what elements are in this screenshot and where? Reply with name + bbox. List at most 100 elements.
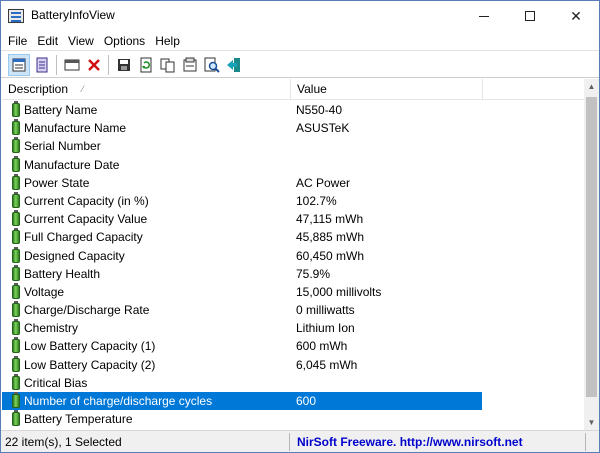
find-button[interactable]: [201, 54, 223, 76]
save-icon: [118, 59, 130, 71]
list-item[interactable]: Battery Name N550-40: [2, 101, 584, 119]
status-divider: [289, 433, 290, 451]
row-description: Manufacture Name: [24, 121, 127, 136]
list-item[interactable]: Chemistry Lithium Ion: [2, 319, 584, 337]
find-icon: [204, 57, 220, 73]
list-item[interactable]: Designed Capacity 60,450 mWh: [2, 246, 584, 265]
list-item[interactable]: Power State AC Power: [2, 173, 584, 192]
app-window: BatteryInfoView ✕ File Edit View Options…: [0, 0, 600, 453]
list-item[interactable]: Critical Bias: [2, 373, 584, 392]
battery-icon: [12, 410, 20, 427]
row-value: 15,000 millivolts: [296, 284, 382, 299]
window-button[interactable]: [61, 54, 83, 76]
close-button[interactable]: ✕: [553, 1, 599, 31]
menu-help[interactable]: Help: [150, 34, 185, 48]
delete-button[interactable]: [83, 54, 105, 76]
status-bar: 22 item(s), 1 Selected NirSoft Freeware.…: [1, 430, 599, 452]
row-value: 6,045 mWh: [296, 357, 358, 372]
column-header-value-label: Value: [297, 82, 327, 96]
list-item[interactable]: Battery Health 75.9%: [2, 264, 584, 283]
menu-view[interactable]: View: [63, 34, 99, 48]
window-title: BatteryInfoView: [31, 8, 115, 22]
list-item[interactable]: Full Charged Capacity 45,885 mWh: [2, 228, 584, 246]
row-description: Number of charge/discharge cycles: [24, 394, 213, 408]
maximize-icon: [525, 11, 535, 21]
properties-icon: [12, 58, 26, 72]
menu-edit[interactable]: Edit: [32, 34, 63, 48]
list-item[interactable]: Current Capacity Value 47,115 mWh: [2, 210, 584, 228]
battery-icon: [12, 264, 20, 281]
menu-options[interactable]: Options: [99, 34, 150, 48]
list-item[interactable]: Current Capacity (in %) 102.7%: [2, 191, 584, 210]
list-item[interactable]: Manufacture Date: [2, 155, 584, 174]
list-item[interactable]: Low Battery Capacity (2) 6,045 mWh: [2, 355, 584, 374]
row-value: Lithium Ion: [296, 321, 355, 336]
list-item[interactable]: Charge/Discharge Rate 0 milliwatts: [2, 301, 584, 319]
row-value: ASUSTeK: [296, 121, 350, 136]
scrollbar-thumb[interactable]: [586, 97, 597, 397]
battery-icon: [12, 173, 20, 190]
maximize-button[interactable]: [507, 1, 553, 31]
row-description: Low Battery Capacity (2): [24, 357, 156, 372]
app-icon: [8, 9, 24, 23]
row-description: Current Capacity Value: [24, 212, 148, 227]
refresh-button[interactable]: [135, 54, 157, 76]
save-button[interactable]: [113, 54, 135, 76]
row-value: 600 mWh: [296, 339, 348, 354]
list-item[interactable]: Voltage 15,000 millivolts: [2, 282, 584, 301]
row-value: 47,115 mWh: [296, 212, 364, 227]
battery-icon: [12, 101, 20, 117]
column-header-value[interactable]: Value: [291, 79, 483, 100]
battery-icon: [12, 301, 20, 318]
html-report-button[interactable]: [31, 54, 53, 76]
column-header-description-label: Description: [8, 82, 69, 96]
properties-button[interactable]: [8, 54, 30, 76]
vertical-scrollbar[interactable]: ▲ ▼: [584, 79, 599, 430]
title-bar[interactable]: BatteryInfoView ✕: [1, 1, 599, 31]
status-divider: [585, 433, 586, 451]
column-header-description[interactable]: Description ⁄: [2, 79, 291, 100]
list-header: Description ⁄ Value: [2, 79, 584, 100]
row-value: 0 milliwatts: [296, 303, 355, 318]
properties-dialog-button[interactable]: [179, 54, 201, 76]
battery-icon: [12, 155, 20, 172]
row-description: Battery Temperature: [24, 412, 133, 427]
toolbar: [1, 50, 599, 78]
list-item[interactable]: Low Battery Capacity (1) 600 mWh: [2, 337, 584, 355]
row-description: Designed Capacity: [24, 248, 125, 263]
row-value: 45,885 mWh: [296, 230, 365, 245]
row-description: Charge/Discharge Rate: [24, 303, 150, 318]
battery-icon: [12, 228, 20, 245]
row-value: 102.7%: [296, 193, 337, 208]
battery-icon: [12, 282, 20, 299]
battery-icon: [12, 191, 20, 208]
row-description: Chemistry: [24, 321, 79, 336]
battery-icon: [12, 137, 20, 154]
battery-info-list[interactable]: Description ⁄ Value Battery Name N550-40 …: [2, 79, 584, 430]
nirsoft-link[interactable]: NirSoft Freeware. http://www.nirsoft.net: [297, 435, 523, 449]
menu-file[interactable]: File: [3, 34, 32, 48]
exit-button[interactable]: [223, 54, 245, 76]
list-item-selected[interactable]: Number of charge/discharge cycles 600: [2, 392, 584, 410]
battery-icon: [12, 355, 20, 372]
list-item[interactable]: Battery Temperature: [2, 410, 584, 428]
scroll-up-icon[interactable]: ▲: [584, 79, 599, 94]
copy-button[interactable]: [157, 54, 179, 76]
list-rows: Battery Name N550-40 Manufacture Name ASUS…: [2, 101, 584, 428]
row-description: Serial Number: [24, 139, 101, 154]
delete-icon: [88, 59, 100, 71]
minimize-button[interactable]: [461, 1, 507, 31]
list-item[interactable]: Serial Number: [2, 137, 584, 155]
copy-icon: [160, 58, 175, 73]
list-item[interactable]: Manufacture Name ASUSTeK: [2, 119, 584, 137]
window-icon: [64, 59, 80, 71]
row-description: Battery Health: [24, 266, 101, 281]
sort-indicator-icon: ⁄: [82, 84, 84, 94]
row-value: 600: [296, 394, 317, 408]
row-value: 60,450 mWh: [296, 248, 365, 263]
battery-icon: [12, 119, 20, 136]
row-description: Power State: [24, 175, 90, 190]
battery-icon: [12, 373, 20, 390]
status-item-count: 22 item(s), 1 Selected: [5, 435, 122, 449]
scroll-down-icon[interactable]: ▼: [584, 415, 599, 430]
